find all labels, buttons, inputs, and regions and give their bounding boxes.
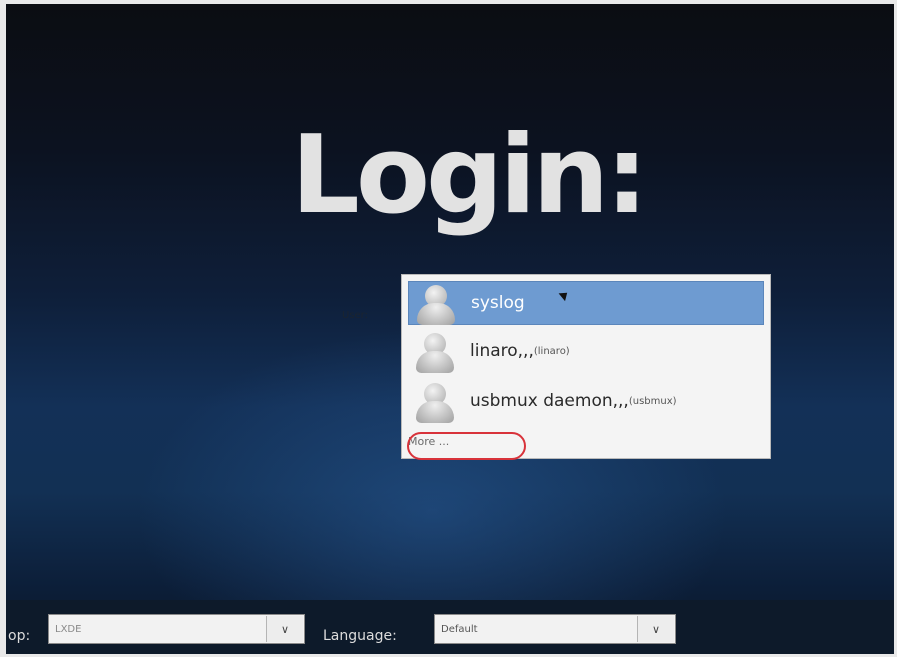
mouse-pointer-icon (558, 288, 571, 302)
language-label: Language: (323, 628, 397, 644)
chevron-down-icon[interactable]: ∨ (266, 616, 303, 642)
language-value: Default (441, 624, 478, 635)
desktop-value: LXDE (55, 624, 82, 635)
user-avatar-icon (409, 281, 461, 325)
user-name: linaro,,, (470, 341, 534, 361)
login-title: Login: (291, 113, 648, 238)
user-avatar-icon (408, 379, 460, 423)
chevron-down-icon[interactable]: ∨ (637, 616, 674, 642)
login-screen: Login: User: syslog linaro,,, (linaro) u… (6, 4, 894, 654)
language-select[interactable]: Default ∨ (434, 614, 676, 644)
desktop-select[interactable]: LXDE ∨ (48, 614, 305, 644)
desktop-label: op: (8, 628, 31, 644)
user-sub: (linaro) (533, 345, 570, 357)
user-sub: (usbmux) (628, 395, 677, 407)
user-name: syslog (471, 293, 525, 313)
user-item-usbmux[interactable]: usbmux daemon,,, (usbmux) (408, 379, 764, 423)
user-item-linaro[interactable]: linaro,,, (linaro) (408, 329, 764, 373)
user-name: usbmux daemon,,, (470, 391, 629, 411)
user-avatar-icon (408, 329, 460, 373)
user-item-syslog[interactable]: syslog (408, 281, 764, 325)
highlight-circle (407, 432, 526, 460)
user-label: User: (342, 310, 368, 321)
